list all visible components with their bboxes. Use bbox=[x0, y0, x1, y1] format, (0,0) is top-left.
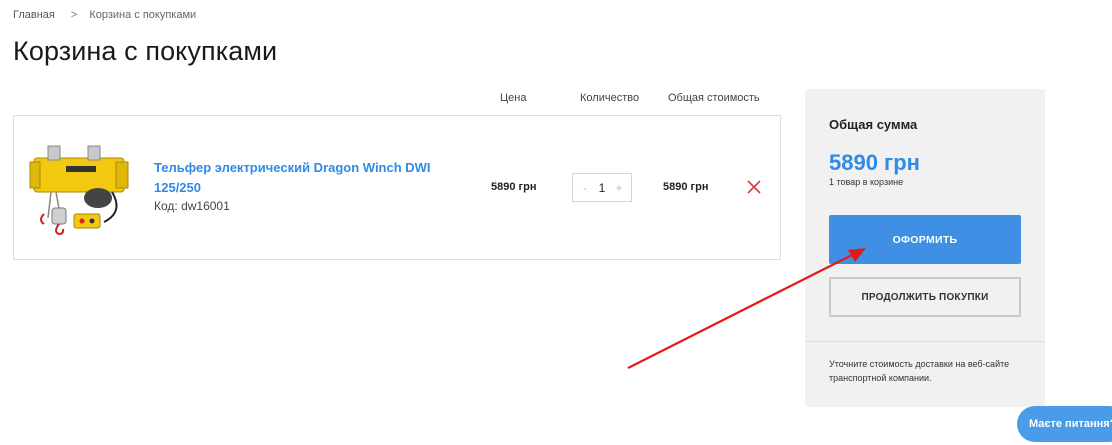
product-info: Тельфер электрический Dragon Winch DWI 1… bbox=[154, 158, 444, 213]
chat-widget-button[interactable]: Маєте питання? bbox=[1017, 406, 1112, 442]
breadcrumb: Главная > Корзина с покупками bbox=[13, 9, 196, 21]
product-name-line-2: 125/250 bbox=[154, 180, 201, 195]
product-image[interactable] bbox=[26, 138, 136, 238]
summary-total-amount: 5890 грн bbox=[829, 150, 920, 175]
cart-item-row: Тельфер электрический Dragon Winch DWI 1… bbox=[13, 115, 781, 260]
page-title: Корзина с покупками bbox=[13, 36, 278, 66]
quantity-stepper: - 1 + bbox=[572, 173, 632, 202]
quantity-input[interactable]: 1 bbox=[599, 181, 606, 195]
continue-shopping-button[interactable]: ПРОДОЛЖИТЬ ПОКУПКИ bbox=[829, 277, 1021, 317]
close-x-icon[interactable] bbox=[745, 178, 763, 196]
column-header-quantity: Количество bbox=[580, 92, 640, 104]
summary-items-count: 1 товар в корзине bbox=[829, 177, 904, 187]
summary-title: Общая сумма bbox=[829, 117, 918, 132]
order-summary-panel: Общая сумма 5890 грн 1 товар в корзине О… bbox=[805, 89, 1045, 407]
quantity-increase-button[interactable]: + bbox=[613, 181, 625, 195]
column-header-price: Цена bbox=[500, 92, 527, 104]
product-name-line-1: Тельфер электрический Dragon Winch DWI bbox=[154, 160, 431, 175]
chevron-right-icon: > bbox=[70, 9, 78, 21]
product-name-link[interactable]: Тельфер электрический Dragon Winch DWI 1… bbox=[154, 158, 444, 198]
delivery-note: Уточните стоимость доставки на веб-сайте… bbox=[829, 359, 1010, 383]
column-header-total: Общая стоимость bbox=[668, 92, 760, 104]
breadcrumb-home-link[interactable]: Главная bbox=[13, 9, 55, 21]
checkout-button[interactable]: ОФОРМИТЬ bbox=[829, 215, 1021, 264]
breadcrumb-current: Корзина с покупками bbox=[89, 9, 197, 21]
item-total: 5890 грн bbox=[663, 181, 709, 193]
item-price: 5890 грн bbox=[491, 181, 537, 193]
summary-divider bbox=[805, 341, 1045, 342]
product-code: Код: dw16001 bbox=[154, 199, 230, 213]
quantity-decrease-button[interactable]: - bbox=[579, 181, 591, 195]
